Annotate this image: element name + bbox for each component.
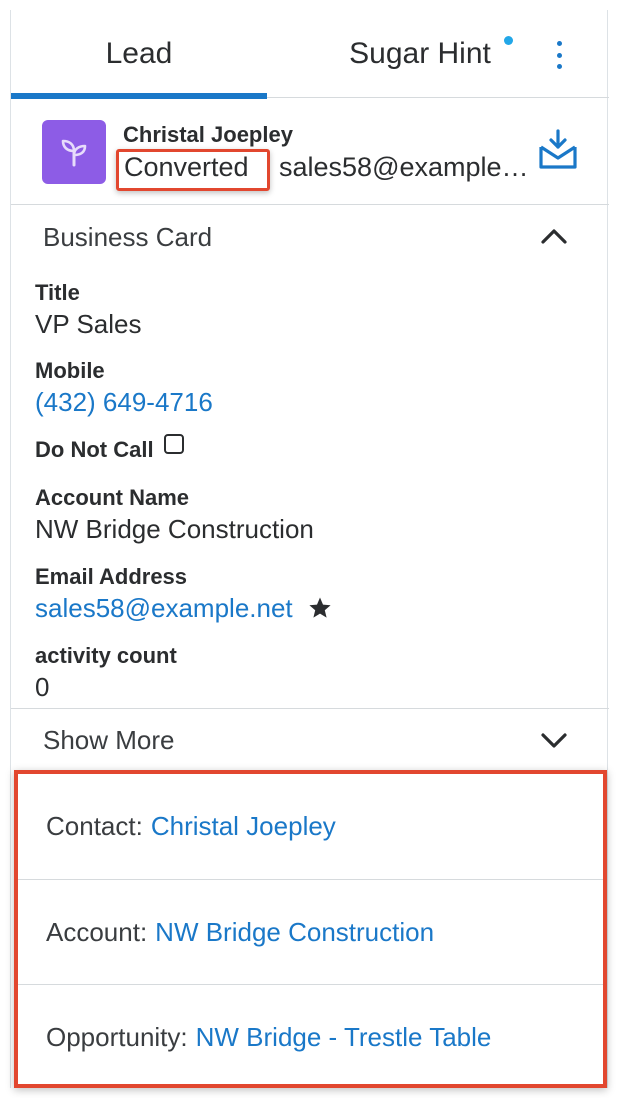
field-label: Do Not Call bbox=[35, 437, 154, 462]
chevron-down-icon[interactable] bbox=[539, 727, 569, 753]
field-title: Title VP Sales bbox=[35, 280, 595, 340]
tab-sugar-hint-label: Sugar Hint bbox=[349, 37, 491, 70]
status-badge: Converted bbox=[124, 152, 249, 182]
converted-account-row: Account: NW Bridge Construction bbox=[18, 879, 603, 984]
business-card-title: Business Card bbox=[43, 222, 213, 252]
converted-opportunity-row: Opportunity: NW Bridge - Trestle Table bbox=[18, 984, 603, 1089]
record-name: Christal Joepley bbox=[123, 122, 293, 147]
do-not-call-checkbox[interactable] bbox=[163, 434, 184, 454]
tab-bar: Lead Sugar Hint bbox=[11, 10, 609, 99]
field-label: Title bbox=[35, 280, 80, 305]
mobile-link[interactable]: (432) 649-4716 bbox=[35, 386, 595, 418]
field-do-not-call: Do Not Call bbox=[35, 434, 595, 463]
field-label: Account Name bbox=[35, 485, 190, 510]
converted-contact-row: Contact: Christal Joepley bbox=[18, 774, 603, 879]
chevron-up-icon[interactable] bbox=[539, 224, 569, 250]
converted-account-link[interactable]: NW Bridge Construction bbox=[155, 917, 434, 948]
field-value: NW Bridge Construction bbox=[35, 514, 314, 544]
record-email: sales58@example.net bbox=[279, 152, 529, 182]
show-more-label: Show More bbox=[43, 725, 175, 755]
tab-lead-label: Lead bbox=[105, 37, 173, 70]
show-more-toggle[interactable]: Show More bbox=[11, 708, 609, 770]
field-label: activity count bbox=[35, 643, 177, 668]
converted-contact-link[interactable]: Christal Joepley bbox=[151, 811, 336, 842]
converted-opportunity-label: Opportunity: bbox=[46, 1021, 188, 1052]
field-account-name: Account Name NW Bridge Construction bbox=[35, 485, 595, 545]
field-label: Mobile bbox=[35, 358, 105, 383]
tab-sugar-hint[interactable]: Sugar Hint bbox=[311, 10, 529, 98]
business-card-header[interactable]: Business Card bbox=[11, 206, 609, 268]
field-email-address: Email Address sales58@example.net bbox=[35, 564, 595, 627]
field-activity-count: activity count 0 bbox=[35, 643, 595, 703]
converted-records: Contact: Christal Joepley Account: NW Br… bbox=[14, 770, 607, 1088]
tab-lead[interactable]: Lead bbox=[11, 10, 267, 99]
converted-account-label: Account: bbox=[46, 916, 148, 947]
star-icon bbox=[308, 595, 332, 627]
kebab-menu-icon[interactable] bbox=[539, 38, 579, 72]
field-label: Email Address bbox=[35, 564, 188, 589]
record-header: Christal Joepley Converted sales58@examp… bbox=[11, 99, 609, 205]
converted-contact-label: Contact: bbox=[46, 811, 143, 841]
field-value-row: sales58@example.net bbox=[35, 592, 595, 627]
import-tray-icon[interactable] bbox=[535, 127, 581, 173]
email-link[interactable]: sales58@example.net bbox=[35, 593, 293, 623]
field-mobile: Mobile (432) 649-4716 bbox=[35, 358, 595, 418]
sprout-icon bbox=[42, 120, 106, 184]
field-value: 0 bbox=[35, 672, 50, 702]
field-value: VP Sales bbox=[35, 309, 142, 339]
lead-panel: Lead Sugar Hint Christal Joepley Convert… bbox=[10, 10, 609, 1088]
converted-opportunity-link[interactable]: NW Bridge - Trestle Table bbox=[196, 1022, 492, 1053]
notification-dot bbox=[504, 36, 513, 45]
